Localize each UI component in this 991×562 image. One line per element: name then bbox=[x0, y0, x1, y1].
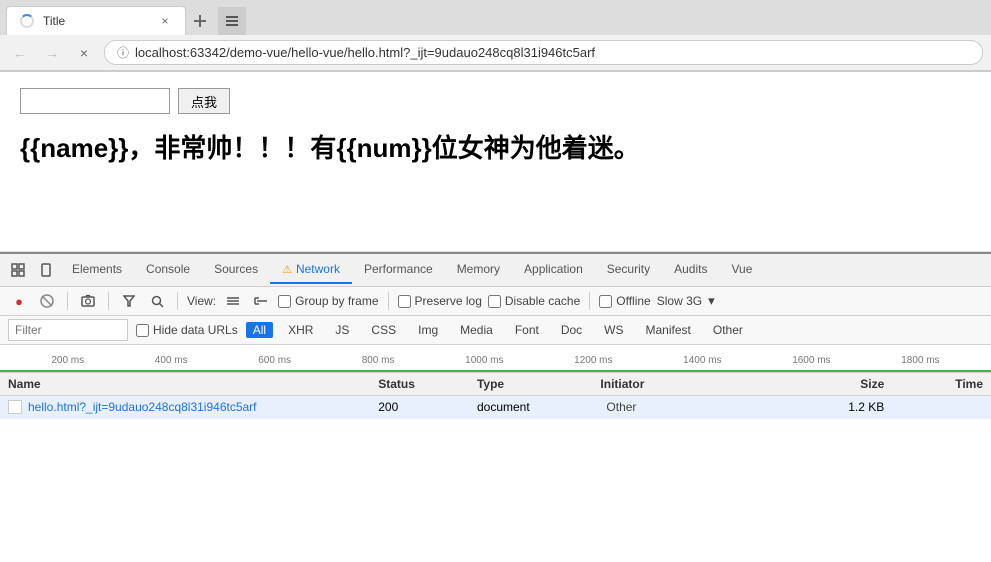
tab-favicon bbox=[19, 13, 35, 29]
filter-font-button[interactable]: Font bbox=[508, 322, 546, 338]
devtools-icon-mobile[interactable] bbox=[32, 254, 60, 286]
search-button[interactable] bbox=[146, 290, 168, 312]
filter-all-button[interactable]: All bbox=[246, 322, 273, 338]
throttle-label: Slow 3G bbox=[657, 294, 702, 308]
timeline-tick-6: 1200 ms bbox=[574, 355, 612, 366]
tab-vue[interactable]: Vue bbox=[719, 256, 764, 284]
filter-media-button[interactable]: Media bbox=[453, 322, 500, 338]
row-size: 1.2 KB bbox=[786, 400, 885, 414]
record-button[interactable]: ● bbox=[8, 290, 30, 312]
filter-manifest-button[interactable]: Manifest bbox=[639, 322, 698, 338]
timeline-tick-4: 800 ms bbox=[362, 355, 395, 366]
filter-other-button[interactable]: Other bbox=[706, 322, 750, 338]
forward-button[interactable]: → bbox=[40, 41, 64, 65]
timeline-tick-9: 1800 ms bbox=[901, 355, 939, 366]
network-warn-icon: ⚠ bbox=[282, 263, 292, 276]
devtools-tab-bar: Elements Console Sources ⚠ Network Perfo… bbox=[0, 254, 991, 287]
tab-title: Title bbox=[43, 14, 149, 28]
timeline-tick-3: 600 ms bbox=[258, 355, 291, 366]
new-tab-button[interactable] bbox=[186, 7, 214, 35]
url-security-icon: ⓘ bbox=[117, 44, 129, 61]
filter-doc-button[interactable]: Doc bbox=[554, 322, 589, 338]
tab-security[interactable]: Security bbox=[595, 256, 662, 284]
throttle-arrow[interactable]: ▾ bbox=[708, 293, 715, 309]
devtools-toolbar: ● View: Group by frame Preserve l bbox=[0, 287, 991, 316]
header-size: Size bbox=[786, 377, 885, 391]
row-initiator: Other bbox=[600, 400, 785, 414]
row-checkbox[interactable] bbox=[8, 400, 22, 414]
network-table-header: Name Status Type Initiator Size Time bbox=[0, 373, 991, 396]
timeline-bar: 200 ms 400 ms 600 ms 800 ms 1000 ms 1200… bbox=[0, 345, 991, 373]
row-status: 200 bbox=[378, 400, 477, 414]
table-row[interactable]: hello.html?_ijt=9udauo248cq8l31i946tc5ar… bbox=[0, 396, 991, 419]
row-type: document bbox=[477, 400, 600, 414]
page-body-text: {{name}}，非常帅！！！有{{num}}位女神为他着迷。 bbox=[20, 130, 971, 166]
filter-button[interactable] bbox=[118, 290, 140, 312]
preserve-log-checkbox[interactable]: Preserve log bbox=[398, 294, 482, 308]
tab-audits[interactable]: Audits bbox=[662, 256, 719, 284]
header-initiator: Initiator bbox=[600, 377, 785, 391]
list-view-button[interactable] bbox=[222, 290, 244, 312]
url-bar[interactable]: ⓘ localhost:63342/demo-vue/hello-vue/hel… bbox=[104, 40, 983, 65]
page-content: 点我 {{name}}，非常帅！！！有{{num}}位女神为他着迷。 bbox=[0, 72, 991, 252]
row-name: hello.html?_ijt=9udauo248cq8l31i946tc5ar… bbox=[8, 400, 378, 414]
toolbar-sep-3 bbox=[177, 292, 178, 310]
devtools-panel: Elements Console Sources ⚠ Network Perfo… bbox=[0, 252, 991, 512]
filter-input[interactable] bbox=[8, 319, 128, 341]
tab-console[interactable]: Console bbox=[134, 256, 202, 284]
filter-css-button[interactable]: CSS bbox=[364, 322, 403, 338]
tab-memory[interactable]: Memory bbox=[445, 256, 512, 284]
tab-close-button[interactable]: × bbox=[157, 13, 173, 29]
header-time: Time bbox=[884, 377, 983, 391]
timeline-tick-8: 1600 ms bbox=[792, 355, 830, 366]
close-button[interactable]: × bbox=[72, 41, 96, 65]
toolbar-sep-2 bbox=[108, 292, 109, 310]
network-table: Name Status Type Initiator Size Time hel… bbox=[0, 373, 991, 419]
tab-elements[interactable]: Elements bbox=[60, 256, 134, 284]
screenshot-button[interactable] bbox=[77, 290, 99, 312]
tab-spinner bbox=[20, 14, 34, 28]
header-name: Name bbox=[8, 377, 378, 391]
page-input[interactable] bbox=[20, 88, 170, 114]
more-tabs-button[interactable] bbox=[218, 7, 246, 35]
address-bar: ← → × ⓘ localhost:63342/demo-vue/hello-v… bbox=[0, 35, 991, 71]
filter-ws-button[interactable]: WS bbox=[597, 322, 630, 338]
toolbar-sep-5 bbox=[589, 292, 590, 310]
group-by-frame-checkbox[interactable]: Group by frame bbox=[278, 294, 378, 308]
timeline-tick-2: 400 ms bbox=[155, 355, 188, 366]
timeline-tick-7: 1400 ms bbox=[683, 355, 721, 366]
input-area: 点我 bbox=[20, 88, 971, 114]
browser-chrome: Title × ← → × ⓘ localhost:63342/demo-vue… bbox=[0, 0, 991, 72]
devtools-icon-cursor[interactable] bbox=[4, 254, 32, 286]
filter-bar: Hide data URLs All XHR JS CSS Img Media … bbox=[0, 316, 991, 345]
filter-xhr-button[interactable]: XHR bbox=[281, 322, 320, 338]
view-label: View: bbox=[187, 294, 216, 308]
tab-network[interactable]: ⚠ Network bbox=[270, 256, 352, 284]
filter-js-button[interactable]: JS bbox=[328, 322, 356, 338]
active-tab[interactable]: Title × bbox=[6, 6, 186, 35]
page-button[interactable]: 点我 bbox=[178, 88, 230, 114]
back-button[interactable]: ← bbox=[8, 41, 32, 65]
tab-sources[interactable]: Sources bbox=[202, 256, 270, 284]
row-filename: hello.html?_ijt=9udauo248cq8l31i946tc5ar… bbox=[28, 400, 257, 414]
disable-cache-checkbox[interactable]: Disable cache bbox=[488, 294, 580, 308]
offline-checkbox[interactable]: Offline bbox=[599, 294, 650, 308]
tab-bar: Title × bbox=[0, 0, 991, 35]
timeline-tick-1: 200 ms bbox=[51, 355, 84, 366]
tab-performance[interactable]: Performance bbox=[352, 256, 445, 284]
toolbar-sep-1 bbox=[67, 292, 68, 310]
timeline-progress-line bbox=[0, 370, 991, 372]
tree-view-button[interactable] bbox=[250, 290, 272, 312]
header-status: Status bbox=[378, 377, 477, 391]
stop-button[interactable] bbox=[36, 290, 58, 312]
hide-data-urls-checkbox[interactable]: Hide data URLs bbox=[136, 323, 238, 337]
filter-img-button[interactable]: Img bbox=[411, 322, 445, 338]
toolbar-sep-4 bbox=[388, 292, 389, 310]
timeline-tick-5: 1000 ms bbox=[465, 355, 503, 366]
url-text: localhost:63342/demo-vue/hello-vue/hello… bbox=[135, 45, 970, 60]
tab-application[interactable]: Application bbox=[512, 256, 595, 284]
header-type: Type bbox=[477, 377, 600, 391]
